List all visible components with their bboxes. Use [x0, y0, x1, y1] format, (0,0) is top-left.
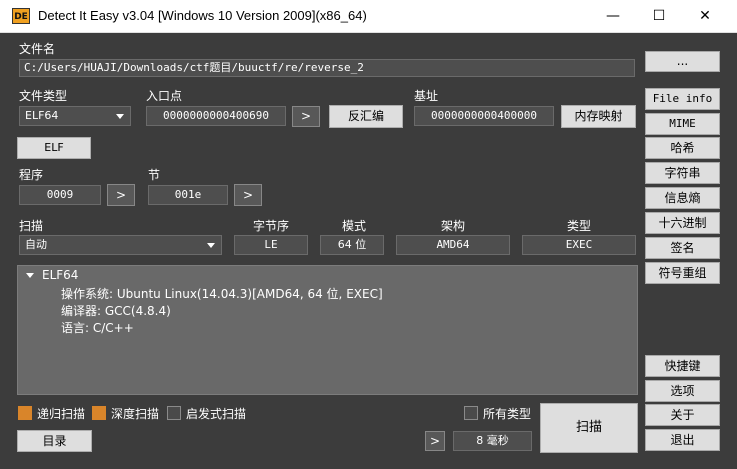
file-type-label: 文件类型	[19, 89, 68, 103]
chevron-down-icon	[207, 243, 215, 248]
recursive-scan-checkbox[interactable]	[18, 406, 32, 420]
base-address-field[interactable]: 0000000000400000	[414, 106, 554, 126]
program-field[interactable]: 0009	[19, 185, 101, 205]
minimize-button[interactable]: —	[590, 0, 636, 32]
memory-map-button[interactable]: 内存映射	[561, 105, 636, 128]
scan-time-field: 8 毫秒	[453, 431, 532, 451]
recursive-scan-label: 递归扫描	[37, 407, 86, 421]
type-field: EXEC	[522, 235, 636, 255]
chevron-down-icon	[116, 114, 124, 119]
architecture-label: 架构	[441, 219, 466, 233]
all-types-checkbox[interactable]	[464, 406, 478, 420]
section-field[interactable]: 001e	[148, 185, 228, 205]
shortcuts-button[interactable]: 快捷键	[645, 355, 720, 377]
mode-label: 模式	[342, 219, 367, 233]
options-button[interactable]: 选项	[645, 380, 720, 402]
scan-result-tree[interactable]: ELF64 操作系统: Ubuntu Linux(14.04.3)[AMD64,…	[17, 265, 638, 395]
disassemble-button[interactable]: 反汇编	[329, 105, 403, 128]
entry-point-label: 入口点	[146, 89, 183, 103]
file-type-value: ELF64	[25, 109, 59, 122]
endianness-field: LE	[234, 235, 308, 255]
section-go-button[interactable]: >	[234, 184, 262, 206]
heuristic-scan-checkbox[interactable]	[167, 406, 181, 420]
more-button[interactable]: >	[425, 431, 445, 451]
close-button[interactable]: ✕	[682, 0, 728, 32]
main-panel: 文件名 C:/Users/HUAJI/Downloads/ctf题目/buuct…	[0, 33, 737, 469]
deep-scan-checkbox[interactable]	[92, 406, 106, 420]
architecture-field: AMD64	[396, 235, 510, 255]
exit-button[interactable]: 退出	[645, 429, 720, 451]
section-label: 节	[148, 168, 161, 182]
browse-button[interactable]: ...	[645, 51, 720, 72]
directory-button[interactable]: 目录	[17, 430, 92, 452]
about-button[interactable]: 关于	[645, 404, 720, 426]
maximize-button[interactable]: ☐	[636, 0, 682, 32]
scan-button[interactable]: 扫描	[540, 403, 638, 453]
result-language-line: 语言: C/C++	[61, 321, 134, 335]
demangle-button[interactable]: 符号重组	[645, 262, 720, 284]
endianness-label: 字节序	[253, 219, 290, 233]
expand-arrow-icon[interactable]	[26, 273, 34, 278]
signatures-button[interactable]: 签名	[645, 237, 720, 259]
title-bar: DE Detect It Easy v3.04 [Windows 10 Vers…	[0, 0, 737, 33]
deep-scan-label: 深度扫描	[111, 407, 160, 421]
scan-label: 扫描	[19, 219, 44, 233]
hash-button[interactable]: 哈希	[645, 137, 720, 159]
entry-point-field[interactable]: 0000000000400690	[146, 106, 286, 126]
window-title: Detect It Easy v3.04 [Windows 10 Version…	[38, 8, 367, 23]
mode-field: 64 位	[320, 235, 384, 255]
file-type-select[interactable]: ELF64	[19, 106, 131, 126]
hex-button[interactable]: 十六进制	[645, 212, 720, 234]
entropy-button[interactable]: 信息熵	[645, 187, 720, 209]
result-os-line: 操作系统: Ubuntu Linux(14.04.3)[AMD64, 64 位,…	[61, 287, 383, 301]
app-logo-icon: DE	[12, 8, 30, 24]
scan-mode-value: 自动	[25, 238, 47, 251]
result-root-node[interactable]: ELF64	[42, 268, 78, 282]
strings-button[interactable]: 字符串	[645, 162, 720, 184]
result-compiler-line: 编译器: GCC(4.8.4)	[61, 304, 171, 318]
heuristic-scan-label: 启发式扫描	[186, 407, 247, 421]
all-types-label: 所有类型	[483, 407, 532, 421]
program-go-button[interactable]: >	[107, 184, 135, 206]
base-address-label: 基址	[414, 89, 439, 103]
file-path-field[interactable]: C:/Users/HUAJI/Downloads/ctf题目/buuctf/re…	[19, 59, 635, 77]
program-label: 程序	[19, 168, 44, 182]
file-name-label: 文件名	[19, 42, 56, 56]
mime-button[interactable]: MIME	[645, 113, 720, 135]
entry-point-go-button[interactable]: >	[292, 106, 320, 127]
file-info-button[interactable]: File info	[645, 88, 720, 110]
type-label: 类型	[567, 219, 592, 233]
elf-button[interactable]: ELF	[17, 137, 91, 159]
scan-mode-select[interactable]: 自动	[19, 235, 222, 255]
